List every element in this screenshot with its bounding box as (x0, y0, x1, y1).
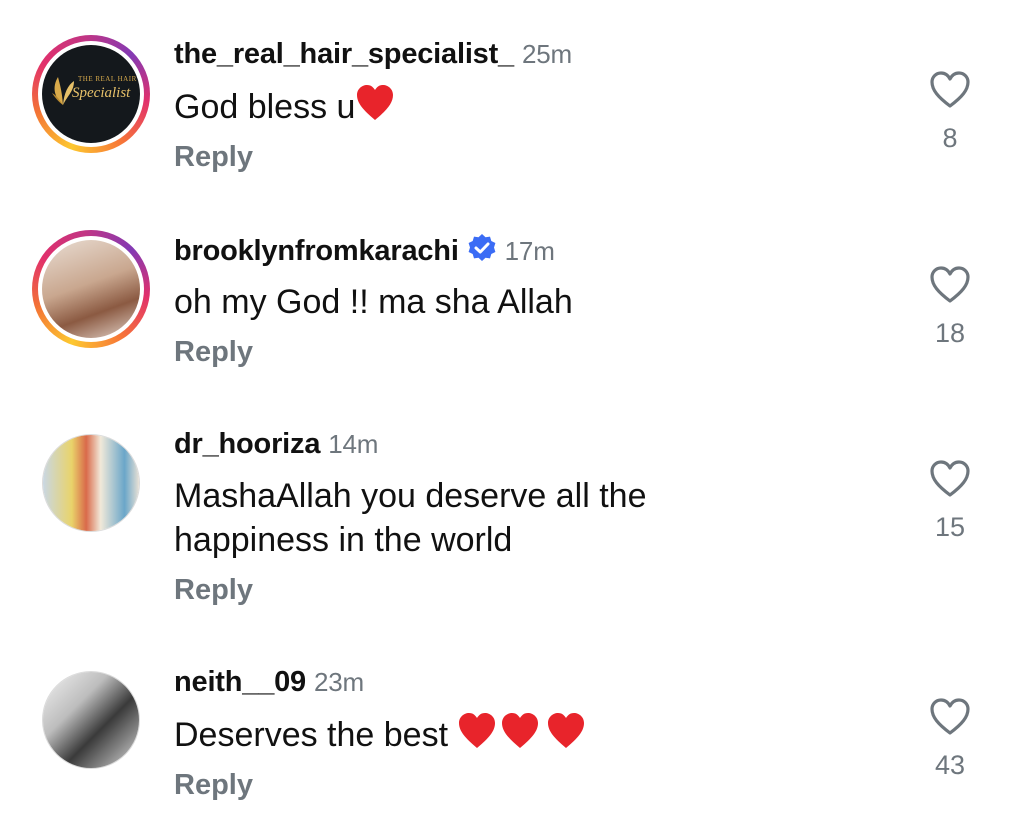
comment-text-row: Deserves the best (174, 712, 814, 757)
reply-button[interactable]: Reply (174, 574, 253, 607)
comment-text-row: God bless u (174, 84, 814, 129)
red-heart-emoji (548, 713, 585, 748)
avatar[interactable] (42, 434, 140, 532)
comment-text: oh my God !! ma sha Allah (174, 283, 573, 321)
comment-username-row: the_real_hair_specialist_ 25m (174, 38, 572, 71)
timestamp: 23m (314, 667, 364, 697)
heart-outline-icon[interactable] (928, 697, 972, 737)
timestamp: 14m (328, 429, 379, 459)
comment-username-row: dr_hooriza 14m (174, 428, 378, 461)
avatar[interactable]: THE REAL HAIR Specialist (32, 35, 150, 153)
logo-text: Specialist (72, 85, 131, 101)
avatar[interactable] (42, 671, 140, 769)
like-control: 43 (920, 697, 980, 781)
like-count: 43 (934, 750, 966, 780)
like-count: 18 (934, 318, 966, 348)
reply-button[interactable]: Reply (174, 141, 253, 174)
reply-button[interactable]: Reply (174, 769, 253, 802)
heart-outline-icon[interactable] (928, 265, 972, 305)
red-heart-emoji (459, 713, 496, 748)
verified-badge-icon (468, 234, 496, 261)
red-heart-emoji (502, 713, 539, 748)
comment-username-row: brooklynfromkarachi 17m (174, 233, 555, 268)
like-count: 8 (942, 123, 958, 153)
username-link[interactable]: neith__09 (174, 666, 306, 698)
like-control: 18 (920, 265, 980, 349)
avatar[interactable] (32, 230, 150, 348)
heart-outline-icon[interactable] (928, 70, 972, 110)
comment-text: Deserves the best (174, 716, 449, 754)
username-link[interactable]: the_real_hair_specialist_ (174, 38, 514, 70)
comment-username-row: neith__09 23m (174, 666, 364, 699)
reply-button[interactable]: Reply (174, 336, 253, 369)
logo-text: THE REAL HAIR (78, 75, 137, 83)
timestamp: 25m (521, 39, 572, 69)
comment-text: MashaAllah you deserve all the happiness… (174, 477, 647, 559)
timestamp: 17m (504, 236, 555, 266)
comment-text: God bless u (174, 88, 356, 126)
heart-outline-icon[interactable] (928, 459, 972, 499)
red-heart-emoji (357, 85, 394, 120)
username-link[interactable]: dr_hooriza (174, 428, 320, 460)
like-control: 15 (920, 459, 980, 543)
like-count: 15 (934, 512, 966, 542)
username-link[interactable]: brooklynfromkarachi (174, 235, 459, 267)
like-control: 8 (920, 70, 980, 154)
